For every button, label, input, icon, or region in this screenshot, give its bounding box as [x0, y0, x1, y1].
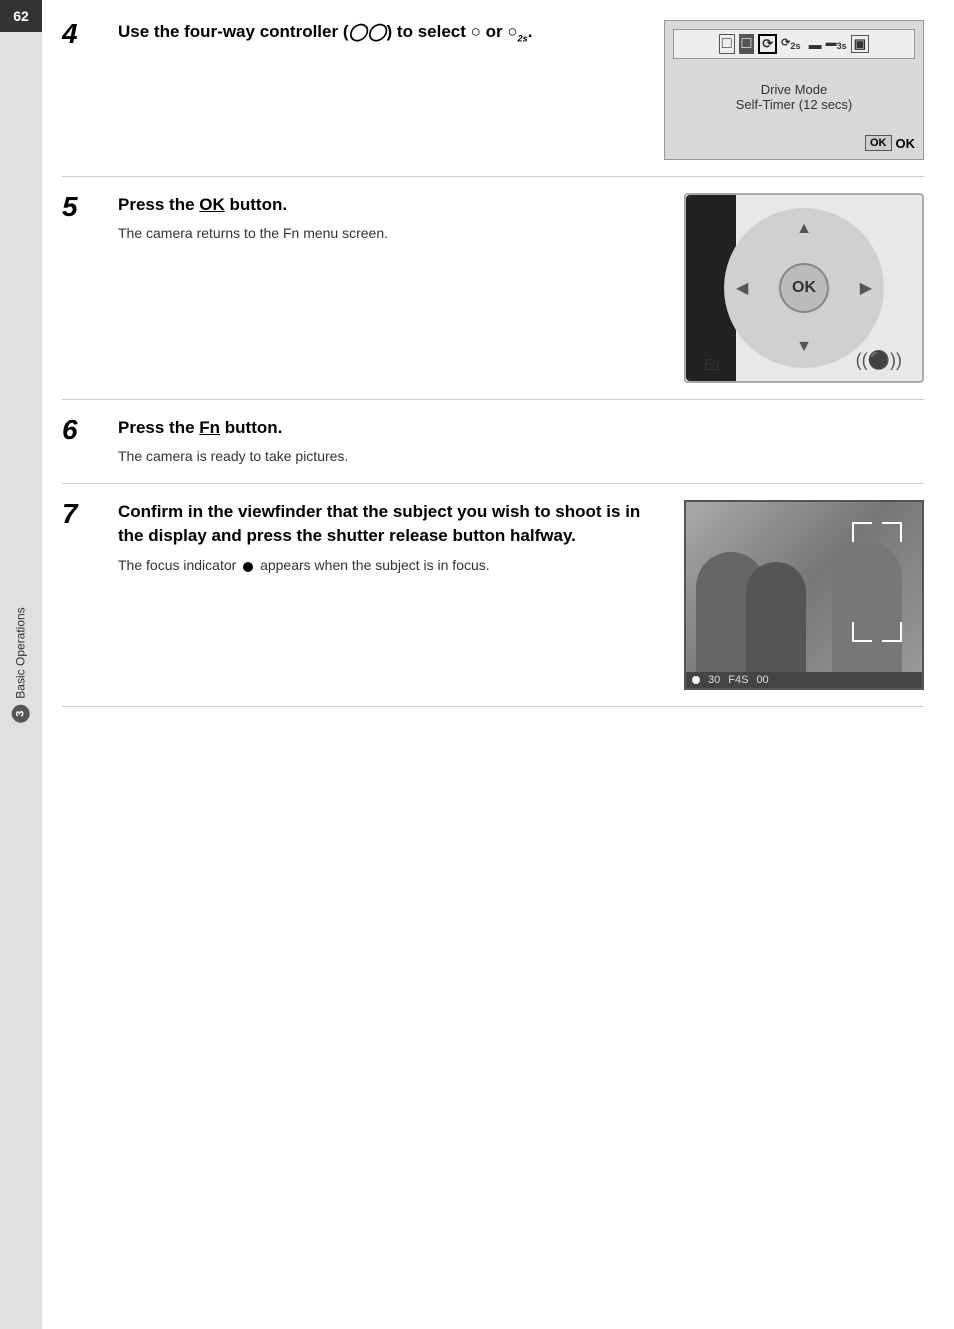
appears-when-text: appears when the subject is in focus. [260, 557, 490, 573]
status-focus-dot [692, 676, 700, 684]
camera-button-diagram: ▲ ▼ ◀ ▶ OK Fn ((⚫)) [684, 193, 924, 383]
icon-timer12: ⟳ [758, 34, 777, 54]
wifi-icon: ((⚫)) [856, 350, 902, 371]
focus-bracket-bl [852, 622, 872, 642]
step-6-number: 6 [62, 416, 102, 467]
step-7-number: 7 [62, 500, 102, 690]
drive-mode-label: Drive Mode Self-Timer (12 secs) [736, 82, 853, 112]
ok-box-icon: OK [865, 135, 892, 151]
icon-timer2: ⟳2s [781, 36, 800, 51]
fn-underlined: Fn [199, 418, 220, 437]
drive-mode-ok: OK OK [865, 135, 915, 151]
step-7: 7 Confirm in the viewfinder that the sub… [62, 500, 924, 707]
step-5-title: Press the OK button. [118, 193, 668, 217]
dpad-left-icon: ◀ [736, 278, 748, 298]
icon-single: □ [719, 34, 735, 54]
main-content: 4 Use the four-way controller (◯◯) to se… [42, 0, 954, 1329]
status-shutter: 30 [708, 674, 720, 686]
sidebar: 62 3 Basic Operations [0, 0, 42, 1329]
step-5-content: Press the OK button. The camera returns … [118, 193, 668, 383]
person-2 [746, 562, 806, 672]
person-3 [832, 542, 902, 672]
step-5-desc: The camera returns to the Fn menu screen… [118, 223, 668, 244]
step-6-content: Press the Fn button. The camera is ready… [118, 416, 924, 467]
icon-burst: □ [739, 34, 755, 54]
dpad-right-icon: ▶ [860, 278, 872, 298]
icon-remote2: ▬3s [826, 37, 847, 51]
focus-dot-icon [243, 562, 253, 572]
viewfinder-photo: 30 F4S 00 [684, 500, 924, 690]
status-aperture: F4S [728, 674, 748, 686]
step-4: 4 Use the four-way controller (◯◯) to se… [62, 20, 924, 177]
step-6: 6 Press the Fn button. The camera is rea… [62, 416, 924, 484]
focus-indicator-text: The focus indicator [118, 557, 236, 573]
photo-people [686, 502, 922, 672]
step-7-title: Confirm in the viewfinder that the subje… [118, 500, 668, 548]
fn-label: Fn [704, 356, 719, 371]
chapter-text: Basic Operations [14, 607, 28, 698]
drive-mode-icons: □ □ ⟳ ⟳2s ▬ ▬3s ▣ [673, 29, 915, 59]
ok-label: OK [896, 136, 916, 151]
step-6-title: Press the Fn button. [118, 416, 924, 440]
step-5-number: 5 [62, 193, 102, 383]
dpad-up-icon: ▲ [796, 220, 812, 238]
drive-mode-box: □ □ ⟳ ⟳2s ▬ ▬3s ▣ Drive Mode Self-Timer … [664, 20, 924, 160]
photo-status-bar: 30 F4S 00 [686, 672, 922, 688]
step-7-content: Confirm in the viewfinder that the subje… [118, 500, 668, 690]
step-7-desc: The focus indicator appears when the sub… [118, 555, 668, 576]
step-5: 5 Press the OK button. The camera return… [62, 193, 924, 400]
ok-button[interactable]: OK [779, 263, 829, 313]
chapter-label: 3 Basic Operations [12, 607, 30, 722]
drive-mode-subtitle: Self-Timer (12 secs) [736, 97, 853, 112]
icon-remote1: ▬ [809, 37, 822, 52]
or-text: or [486, 22, 508, 41]
step-4-content: Use the four-way controller (◯◯) to sele… [118, 20, 648, 160]
step-5-image: ▲ ▼ ◀ ▶ OK Fn ((⚫)) [684, 193, 924, 383]
ok-underlined: OK [199, 195, 225, 214]
camera-dpad: ▲ ▼ ◀ ▶ OK [724, 208, 884, 368]
page-number: 62 [0, 0, 42, 32]
focus-bracket-tl [852, 522, 872, 542]
step-4-image: □ □ ⟳ ⟳2s ▬ ▬3s ▣ Drive Mode Self-Timer … [664, 20, 924, 160]
icon-remote3: ▣ [851, 35, 869, 53]
drive-mode-title: Drive Mode [736, 82, 853, 97]
focus-bracket-tr [882, 522, 902, 542]
step-4-title: Use the four-way controller (◯◯) to sele… [118, 20, 648, 45]
dpad-down-icon: ▼ [796, 338, 812, 356]
chapter-number: 3 [12, 704, 30, 722]
step-6-desc: The camera is ready to take pictures. [118, 446, 924, 467]
step-4-number: 4 [62, 20, 102, 160]
status-mode: 00 [756, 674, 768, 686]
focus-bracket-br [882, 622, 902, 642]
step-7-image: 30 F4S 00 [684, 500, 924, 690]
